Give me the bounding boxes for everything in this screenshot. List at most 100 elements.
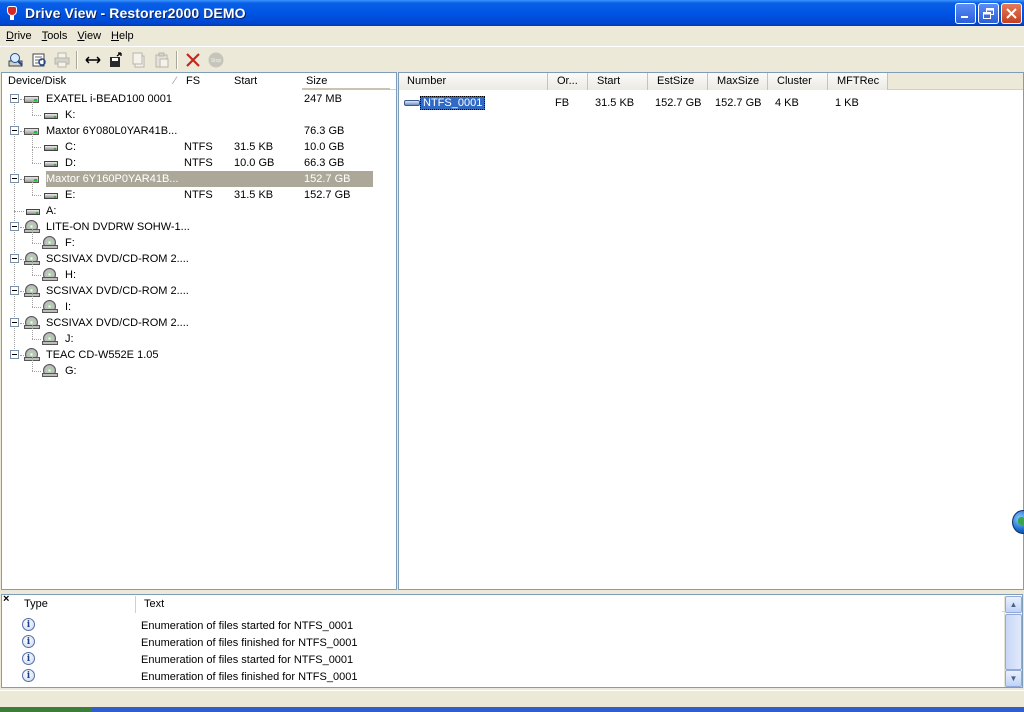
collapse-icon[interactable] bbox=[10, 126, 19, 135]
device-tree-pane[interactable]: Device/Disk ⁄ FS Start Size EXATEL i-BEAD… bbox=[1, 72, 397, 590]
device-row[interactable]: SCSIVAX DVD/CD-ROM 2.... bbox=[2, 283, 396, 299]
toolbar: Stop bbox=[0, 46, 1024, 72]
print-button[interactable] bbox=[50, 49, 73, 71]
volume-row[interactable]: F: bbox=[2, 229, 396, 251]
app-icon bbox=[5, 5, 19, 21]
volume-row[interactable]: J: bbox=[2, 325, 396, 347]
volume-row[interactable]: C: NTFS 31.5 KB 10.0 GB bbox=[2, 133, 396, 155]
close-button[interactable] bbox=[1001, 3, 1022, 24]
tree-branch-line bbox=[32, 133, 33, 147]
open-drive-button[interactable] bbox=[4, 49, 27, 71]
device-name: SCSIVAX DVD/CD-ROM 2.... bbox=[46, 253, 189, 265]
volume-row[interactable]: G: bbox=[2, 357, 396, 379]
column-fs[interactable]: FS bbox=[180, 73, 228, 90]
device-name: Maxtor 6Y080L0YAR41B... bbox=[46, 125, 178, 137]
column-text[interactable]: Text bbox=[136, 596, 1002, 613]
column-mftrec[interactable]: MFTRec bbox=[828, 73, 888, 90]
save-button[interactable] bbox=[104, 49, 127, 71]
partition-estsize: 152.7 GB bbox=[655, 97, 702, 109]
volume-row[interactable]: E: NTFS 31.5 KB 152.7 GB bbox=[2, 181, 396, 203]
cd-drive-icon bbox=[42, 300, 58, 314]
maximize-button[interactable] bbox=[978, 3, 999, 24]
scroll-down-icon[interactable]: ▼ bbox=[1005, 670, 1022, 687]
column-device-disk[interactable]: Device/Disk ⁄ bbox=[2, 73, 180, 90]
scroll-up-icon[interactable]: ▲ bbox=[1005, 596, 1022, 613]
log-text: Enumeration of files started for NTFS_00… bbox=[141, 654, 354, 666]
column-type[interactable]: Type bbox=[18, 596, 136, 613]
log-text: Enumeration of files finished for NTFS_0… bbox=[141, 637, 358, 649]
tree-branch-line bbox=[32, 229, 33, 243]
device-row[interactable]: TEAC CD-W552E 1.05 bbox=[2, 347, 396, 363]
collapse-icon[interactable] bbox=[10, 286, 19, 295]
volume-drive-icon bbox=[42, 157, 58, 169]
device-size: 152.7 GB bbox=[304, 189, 351, 201]
paste-button[interactable] bbox=[150, 49, 173, 71]
sort-indicator-icon: ⁄ bbox=[174, 75, 176, 87]
menu-drive[interactable]: Drive bbox=[1, 30, 37, 42]
device-name: G: bbox=[65, 365, 77, 377]
tree-branch-line bbox=[14, 211, 24, 212]
resize-button[interactable] bbox=[81, 49, 104, 71]
column-maxsize[interactable]: MaxSize bbox=[708, 73, 768, 90]
info-icon: i bbox=[22, 652, 35, 665]
collapse-icon[interactable] bbox=[10, 254, 19, 263]
title-bar[interactable]: Drive View - Restorer2000 DEMO bbox=[0, 0, 1024, 26]
collapse-icon[interactable] bbox=[10, 350, 19, 359]
volume-row[interactable]: K: bbox=[2, 101, 396, 123]
device-size: 66.3 GB bbox=[304, 157, 345, 169]
collapse-icon[interactable] bbox=[10, 222, 19, 231]
close-log-icon[interactable]: × bbox=[3, 594, 13, 605]
menu-help[interactable]: Help bbox=[106, 30, 139, 42]
device-row[interactable]: SCSIVAX DVD/CD-ROM 2.... bbox=[2, 315, 396, 331]
column-part-start[interactable]: Start bbox=[588, 73, 648, 90]
tree-branch-line bbox=[32, 181, 33, 195]
partition-list-pane[interactable]: Number Or... Start EstSize MaxSize Clust… bbox=[398, 72, 1024, 590]
device-row[interactable]: EXATEL i-BEAD100 0001 247 MB bbox=[2, 91, 396, 107]
menu-tools[interactable]: Tools bbox=[37, 30, 73, 42]
volume-row[interactable]: D: NTFS 10.0 GB 66.3 GB bbox=[2, 149, 396, 171]
column-order[interactable]: Or... bbox=[548, 73, 588, 90]
delete-button[interactable] bbox=[181, 49, 204, 71]
column-start[interactable]: Start bbox=[228, 73, 300, 90]
volume-row[interactable]: I: bbox=[2, 293, 396, 315]
log-scrollbar[interactable]: ▲ ▼ bbox=[1004, 596, 1022, 687]
device-name: Maxtor 6Y160P0YAR41B... bbox=[46, 173, 179, 185]
copy-button[interactable] bbox=[127, 49, 150, 71]
save-icon bbox=[109, 51, 122, 67]
restore-icon bbox=[983, 8, 994, 19]
log-entry[interactable]: i Enumeration of files finished for NTFS_… bbox=[18, 668, 1004, 685]
tree-branch-line bbox=[32, 357, 33, 371]
info-icon: i bbox=[22, 618, 35, 631]
tree-branch-line bbox=[32, 149, 33, 163]
device-row[interactable]: Maxtor 6Y160P0YAR41B... 152.7 GB bbox=[2, 171, 396, 187]
collapse-icon[interactable] bbox=[10, 94, 19, 103]
device-start: 31.5 KB bbox=[234, 141, 274, 153]
device-name: E: bbox=[65, 189, 76, 201]
partition-maxsize: 152.7 GB bbox=[715, 97, 762, 109]
log-entry[interactable]: i Enumeration of files finished for NTFS_… bbox=[18, 634, 1004, 651]
partition-icon bbox=[404, 98, 420, 108]
copy-icon bbox=[132, 52, 144, 67]
close-icon bbox=[1006, 8, 1017, 19]
volume-row[interactable]: H: bbox=[2, 261, 396, 283]
device-row[interactable]: LITE-ON DVDRW SOHW-1... bbox=[2, 219, 396, 235]
log-entry[interactable]: i Enumeration of files started for NTFS_0… bbox=[18, 617, 1004, 634]
scan-button[interactable] bbox=[27, 49, 50, 71]
partition-row[interactable]: NTFS_0001 FB 31.5 KB 152.7 GB 152.7 GB 4… bbox=[399, 95, 1023, 111]
volume-row[interactable]: A: bbox=[2, 203, 396, 219]
column-cluster[interactable]: Cluster bbox=[768, 73, 828, 90]
collapse-icon[interactable] bbox=[10, 318, 19, 327]
device-row[interactable]: Maxtor 6Y080L0YAR41B... 76.3 GB bbox=[2, 123, 396, 139]
stop-button[interactable]: Stop bbox=[204, 49, 227, 71]
menu-view[interactable]: View bbox=[72, 30, 106, 42]
log-header: Type Text bbox=[18, 596, 1004, 613]
column-number[interactable]: Number bbox=[399, 73, 548, 90]
log-pane[interactable]: Type Text i Enumeration of files started … bbox=[1, 594, 1023, 688]
device-row[interactable]: SCSIVAX DVD/CD-ROM 2.... bbox=[2, 251, 396, 267]
scroll-thumb[interactable] bbox=[1005, 614, 1022, 670]
device-size: 247 MB bbox=[304, 93, 342, 105]
log-entry[interactable]: i Enumeration of files started for NTFS_0… bbox=[18, 651, 1004, 668]
column-estsize[interactable]: EstSize bbox=[648, 73, 708, 90]
minimize-button[interactable] bbox=[955, 3, 976, 24]
collapse-icon[interactable] bbox=[10, 174, 19, 183]
